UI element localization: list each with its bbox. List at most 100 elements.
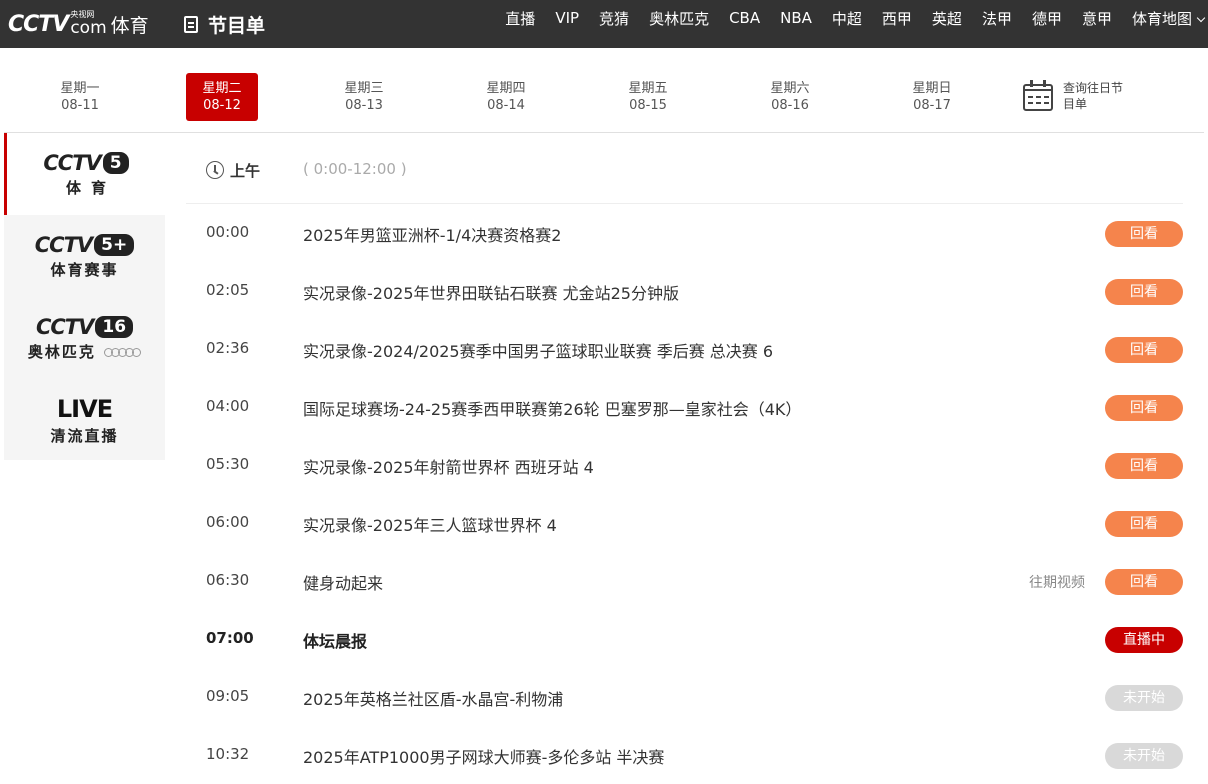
program-row-live: 07:00 体坛晨报 直播中: [186, 610, 1183, 668]
channel-cctv16[interactable]: CCTV 16 奥林匹克: [4, 297, 165, 379]
cctv-sports-logo[interactable]: CCTV 央视网 com 体育: [8, 0, 149, 48]
nav-item-olympics[interactable]: 奥林匹克: [649, 8, 709, 29]
period-range: ( 0:00-12:00 ): [303, 160, 407, 178]
main-nav: 直播 VIP 竞猜 奥林匹克 CBA NBA 中超 西甲 英超 法甲 德甲 意甲…: [485, 0, 1206, 36]
page-title: 节目单: [184, 0, 265, 48]
channel-name: 奥林匹克: [27, 342, 96, 361]
channel-cctv5[interactable]: CCTV 5 体育: [4, 133, 165, 215]
nav-item-quiz[interactable]: 竞猜: [599, 8, 629, 29]
date-tab-weekday: 星期三: [344, 81, 384, 96]
channel-number: 5+: [94, 233, 135, 256]
program-time: 05:30: [206, 455, 250, 473]
replay-button[interactable]: 回看: [1105, 279, 1183, 305]
page-title-text: 节目单: [208, 14, 266, 37]
date-tab-wed[interactable]: 星期三 08-13: [328, 73, 400, 121]
program-row: 06:30 健身动起来 往期视频 回看: [186, 552, 1183, 610]
program-time: 10:32: [206, 745, 250, 763]
channel-name-row: 奥林匹克: [27, 341, 142, 362]
program-title[interactable]: 实况录像-2025年射箭世界杯 西班牙站 4: [303, 454, 594, 478]
not-started-badge: 未开始: [1105, 743, 1183, 769]
program-time: 04:00: [206, 397, 250, 415]
program-time: 06:00: [206, 513, 250, 531]
date-tab-weekday: 星期二: [202, 81, 242, 96]
sports-map-label: 体育地图: [1131, 9, 1192, 28]
nav-item-serie-a[interactable]: 意甲: [1082, 8, 1112, 29]
program-title[interactable]: 实况录像-2024/2025赛季中国男子篮球职业联赛 季后赛 总决赛 6: [303, 338, 773, 362]
logo-domain: 央视网 com: [70, 11, 106, 37]
history-schedule-link[interactable]: 查询往日节目单: [1022, 80, 1125, 112]
channel-name: 体育赛事: [50, 260, 119, 279]
date-tab-sat[interactable]: 星期六 08-16: [754, 73, 826, 121]
channel-logo: CCTV 5+: [34, 232, 135, 257]
date-tab-date: 08-13: [345, 98, 383, 113]
program-schedule: 上午 ( 0:00-12:00 ) 00:00 2025年男篮亚洲杯-1/4决赛…: [186, 133, 1183, 770]
date-tab-mon[interactable]: 星期一 08-11: [44, 73, 116, 121]
date-tab-weekday: 星期六: [770, 81, 810, 96]
channel-cctv5plus[interactable]: CCTV 5+ 体育赛事: [4, 215, 165, 297]
channel-logo-text: CCTV: [34, 232, 93, 257]
nav-item-cba[interactable]: CBA: [729, 9, 760, 27]
channel-logo: CCTV 5: [43, 150, 129, 175]
program-row: 00:00 2025年男篮亚洲杯-1/4决赛资格赛2 回看: [186, 204, 1183, 262]
past-video-link[interactable]: 往期视频: [1029, 572, 1085, 592]
replay-button[interactable]: 回看: [1105, 569, 1183, 595]
program-time: 09:05: [206, 687, 250, 705]
clock-icon: [206, 161, 224, 179]
replay-button[interactable]: 回看: [1105, 395, 1183, 421]
document-icon: [184, 15, 198, 33]
live-logo-text: LIVE: [56, 394, 113, 423]
date-tab-date: 08-11: [61, 98, 99, 113]
program-row: 04:00 国际足球赛场-24-25赛季西甲联赛第26轮 巴塞罗那—皇家社会（4…: [186, 378, 1183, 436]
channel-name: 清流直播: [50, 426, 119, 445]
channel-sidebar: CCTV 5 体育 CCTV 5+ 体育赛事 CCTV 16 奥林匹克 LIVE…: [4, 133, 165, 460]
nav-item-live[interactable]: 直播: [505, 8, 535, 29]
nav-item-vip[interactable]: VIP: [555, 9, 579, 27]
program-title[interactable]: 健身动起来: [303, 570, 383, 594]
date-tab-thu[interactable]: 星期四 08-14: [470, 73, 542, 121]
replay-button[interactable]: 回看: [1105, 337, 1183, 363]
nav-item-nba[interactable]: NBA: [780, 9, 812, 27]
program-time: 07:00: [206, 629, 254, 647]
program-title[interactable]: 2025年英格兰社区盾-水晶宫-利物浦: [303, 686, 563, 710]
date-tab-date: 08-17: [913, 98, 951, 113]
replay-button[interactable]: 回看: [1105, 453, 1183, 479]
date-tab-weekday: 星期日: [912, 81, 952, 96]
history-link-text: 查询往日节目单: [1063, 81, 1124, 111]
nav-item-bundesliga[interactable]: 德甲: [1032, 8, 1062, 29]
program-title[interactable]: 体坛晨报: [303, 628, 367, 652]
program-row: 06:00 实况录像-2025年三人篮球世界杯 4 回看: [186, 494, 1183, 552]
program-time: 02:36: [206, 339, 250, 357]
program-title[interactable]: 2025年ATP1000男子网球大师赛-多伦多站 半决赛: [303, 744, 664, 768]
date-tab-tue[interactable]: 星期二 08-12: [186, 73, 258, 121]
logo-cctv-text: CCTV: [8, 11, 69, 37]
channel-name: 体育: [65, 178, 116, 197]
replay-button[interactable]: 回看: [1105, 221, 1183, 247]
date-tab-date: 08-16: [771, 98, 809, 113]
program-row: 02:05 实况录像-2025年世界田联钻石联赛 尤金站25分钟版 回看: [186, 262, 1183, 320]
date-tab-weekday: 星期五: [628, 81, 668, 96]
channel-logo: CCTV 16: [35, 314, 134, 339]
program-title[interactable]: 国际足球赛场-24-25赛季西甲联赛第26轮 巴塞罗那—皇家社会（4K）: [303, 396, 801, 420]
program-row: 05:30 实况录像-2025年射箭世界杯 西班牙站 4 回看: [186, 436, 1183, 494]
date-tab-sun[interactable]: 星期日 08-17: [896, 73, 968, 121]
nav-item-laliga[interactable]: 西甲: [882, 8, 912, 29]
date-tab-fri[interactable]: 星期五 08-15: [612, 73, 684, 121]
channel-logo-text: CCTV: [35, 314, 94, 339]
program-title[interactable]: 实况录像-2025年世界田联钻石联赛 尤金站25分钟版: [303, 280, 679, 304]
program-time: 06:30: [206, 571, 250, 589]
nav-item-csl[interactable]: 中超: [832, 8, 862, 29]
nav-item-sports-map[interactable]: 体育地图: [1131, 8, 1206, 29]
nav-item-ligue1[interactable]: 法甲: [982, 8, 1012, 29]
top-navigation-bar: CCTV 央视网 com 体育 节目单 直播 VIP 竞猜 奥林匹克 CBA N…: [0, 0, 1208, 48]
live-now-button[interactable]: 直播中: [1105, 627, 1183, 653]
replay-button[interactable]: 回看: [1105, 511, 1183, 537]
nav-item-premier-league[interactable]: 英超: [932, 8, 962, 29]
program-time: 02:05: [206, 281, 250, 299]
date-tab-weekday: 星期一: [60, 81, 100, 96]
date-tab-date: 08-14: [487, 98, 525, 113]
channel-live[interactable]: LIVE 清流直播: [4, 379, 165, 461]
channel-logo-text: CCTV: [43, 150, 101, 175]
program-title[interactable]: 实况录像-2025年三人篮球世界杯 4: [303, 512, 557, 536]
olympic-rings-icon: [104, 347, 142, 357]
program-title[interactable]: 2025年男篮亚洲杯-1/4决赛资格赛2: [303, 222, 561, 246]
